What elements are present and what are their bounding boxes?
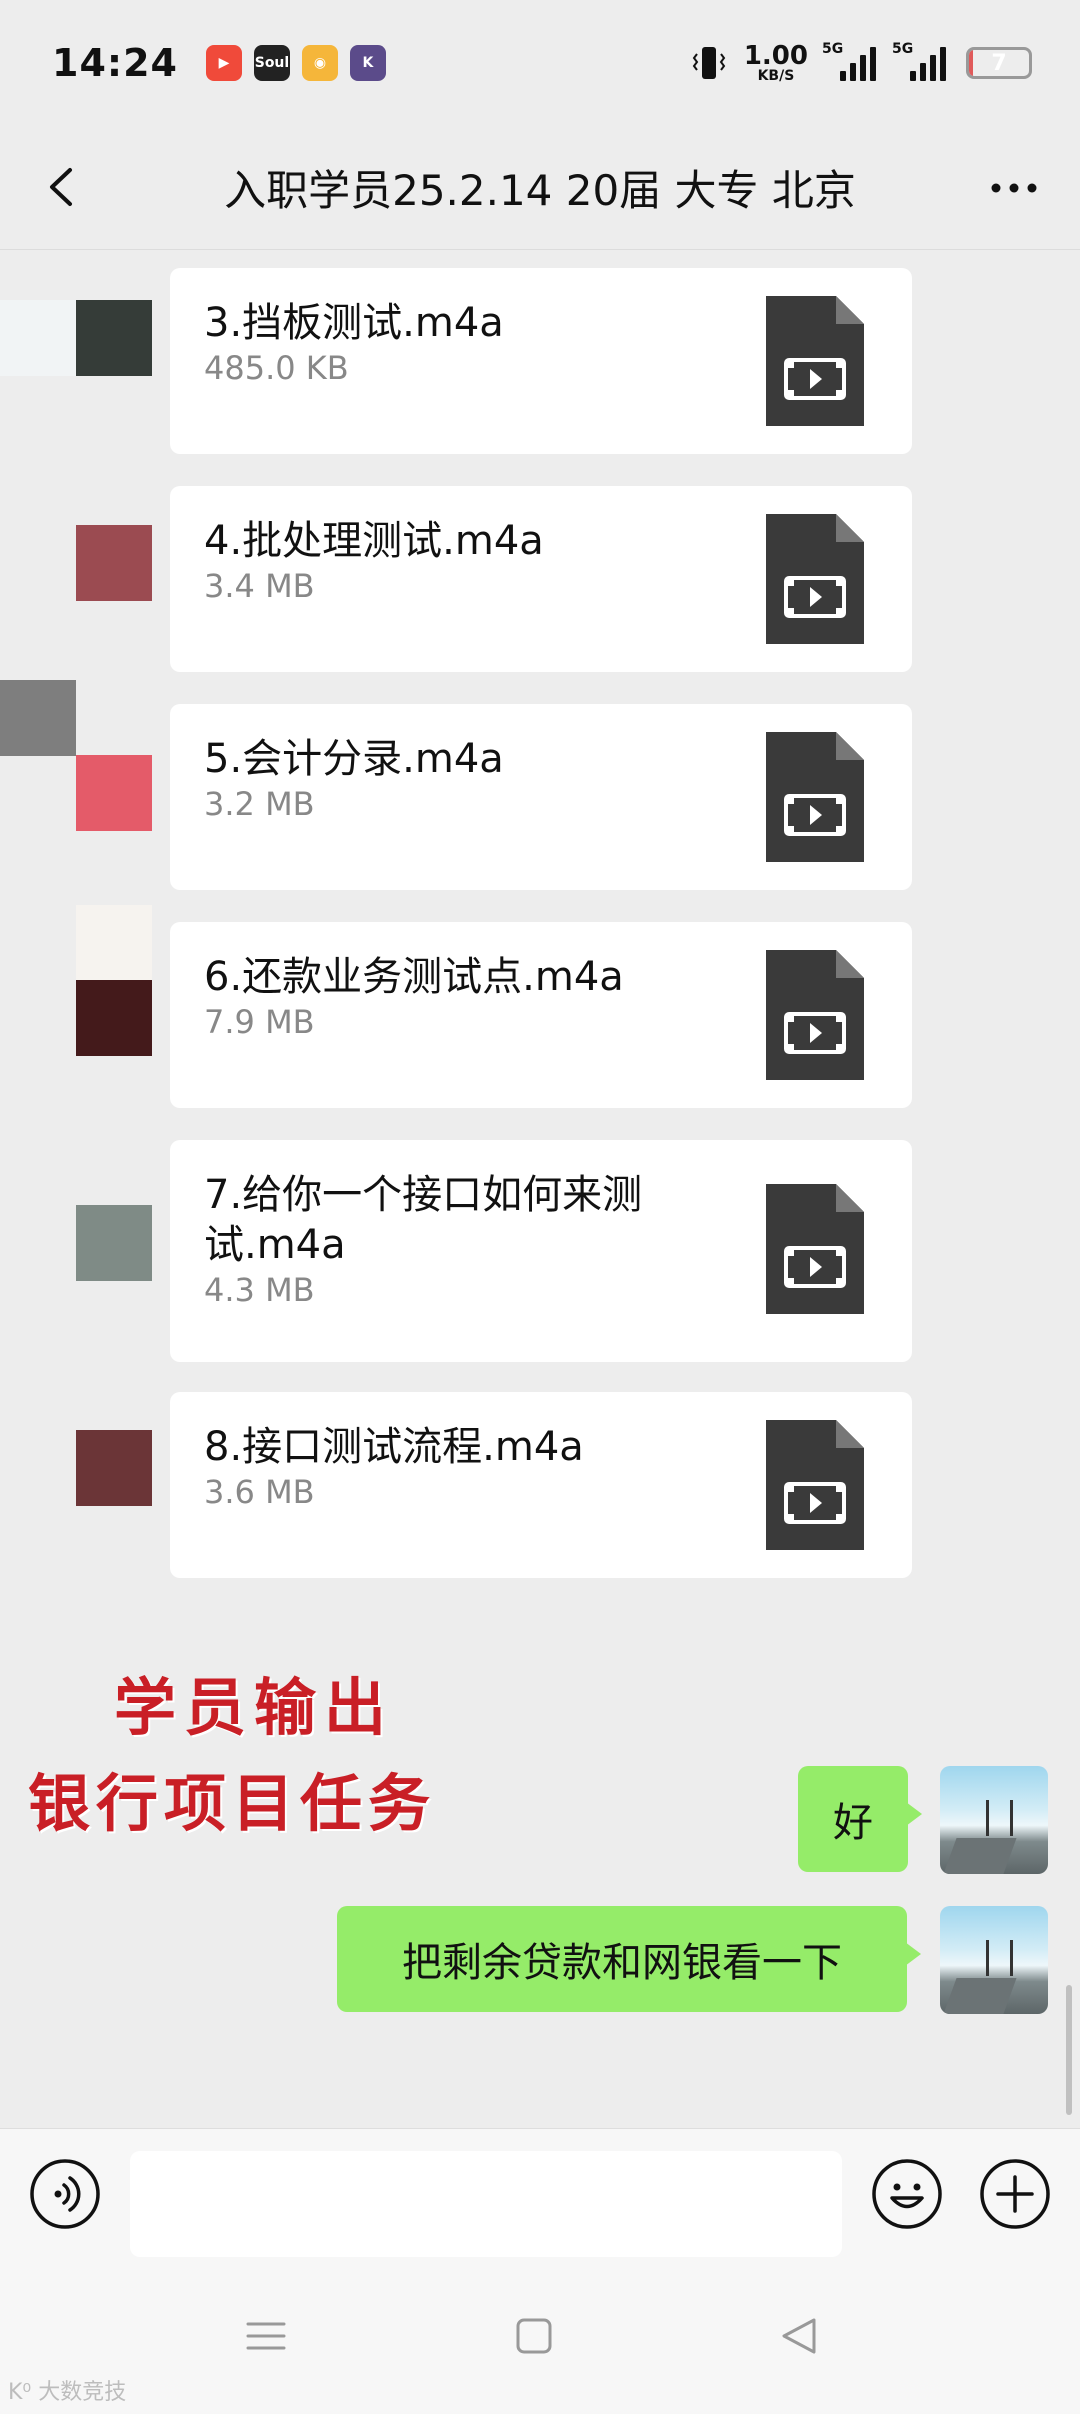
- corner-watermark: K⁰ 大数竞技: [8, 2380, 127, 2405]
- file-name: 6.还款业务测试点.m4a 7.9 MB: [204, 952, 724, 1042]
- k-app-icon: K: [349, 45, 386, 81]
- file-name-text: 3.挡板测试.m4a: [204, 300, 504, 346]
- status-left: 14:24 ▶ Soul ◉ K: [52, 41, 386, 85]
- file-name-text: 4.批处理测试.m4a: [204, 518, 544, 564]
- file-size: 3.6 MB: [204, 1473, 315, 1511]
- battery-level: 7: [991, 50, 1007, 76]
- file-size: 3.2 MB: [204, 785, 315, 823]
- signal-icon-1: 5G: [822, 41, 878, 81]
- file-message[interactable]: 8.接口测试流程.m4a 3.6 MB: [170, 1392, 912, 1578]
- chat-title: 入职学员25.2.14 20届 大专 北京: [224, 166, 856, 215]
- video-file-icon: [766, 1420, 864, 1550]
- blurred-avatars: [0, 250, 152, 1580]
- video-app-icon: ▶: [205, 45, 242, 81]
- scrollbar[interactable]: [1066, 1985, 1072, 2115]
- file-name: 4.批处理测试.m4a 3.4 MB: [204, 516, 724, 606]
- watermark-line-1: 学员输出: [114, 1671, 395, 1744]
- home-icon[interactable]: [510, 2312, 558, 2360]
- avatar[interactable]: [940, 1906, 1048, 2014]
- weibo-icon: ◉: [301, 45, 338, 81]
- file-name-text: 7.给你一个接口如何来测试.m4a: [204, 1172, 643, 1268]
- message-input[interactable]: [130, 2151, 842, 2257]
- message-bubble[interactable]: 好: [798, 1766, 922, 1872]
- video-file-icon: [766, 1184, 864, 1314]
- video-file-icon: [766, 514, 864, 644]
- network-speed-value: 1.00: [743, 41, 808, 71]
- back-nav-icon[interactable]: [776, 2312, 824, 2360]
- file-name-text: 5.会计分录.m4a: [204, 736, 504, 782]
- message-text: 把剩余贷款和网银看一下: [402, 1940, 842, 1986]
- file-size: 3.4 MB: [204, 567, 315, 605]
- more-options-button[interactable]: [986, 166, 1042, 210]
- battery-icon: 7: [966, 47, 1032, 79]
- video-file-icon: [766, 296, 864, 426]
- network-speed: 1.00 KB/S: [744, 43, 808, 83]
- menu-icon[interactable]: [242, 2312, 290, 2360]
- video-file-icon: [766, 950, 864, 1080]
- message-text: 好: [833, 1800, 873, 1846]
- chat-header: 入职学员25.2.14 20届 大专 北京: [0, 126, 1080, 250]
- file-name: 8.接口测试流程.m4a 3.6 MB: [204, 1422, 724, 1512]
- more-functions-button[interactable]: [978, 2157, 1052, 2231]
- network-speed-unit: KB/S: [757, 68, 795, 84]
- signal-label-1: 5G: [822, 41, 844, 57]
- video-file-icon: [766, 732, 864, 862]
- voice-input-button[interactable]: [28, 2157, 102, 2231]
- watermark-line-2: 银行项目任务: [28, 1767, 437, 1840]
- signal-label-2: 5G: [892, 41, 914, 57]
- file-name: 7.给你一个接口如何来测试.m4a 4.3 MB: [204, 1170, 704, 1310]
- file-size: 4.3 MB: [204, 1271, 315, 1309]
- file-message[interactable]: 5.会计分录.m4a 3.2 MB: [170, 704, 912, 890]
- battery-fill: [969, 50, 974, 76]
- emoji-button[interactable]: [870, 2157, 944, 2231]
- status-bar: 14:24 ▶ Soul ◉ K 1.00 KB/S 5G 5G 7: [0, 0, 1080, 126]
- signal-icon-2: 5G: [892, 41, 948, 81]
- status-right: 1.00 KB/S 5G 5G 7: [692, 41, 1032, 83]
- file-name: 3.挡板测试.m4a 485.0 KB: [204, 298, 724, 388]
- system-nav-bar: [0, 2268, 1080, 2414]
- back-button[interactable]: [38, 162, 88, 212]
- file-message[interactable]: 3.挡板测试.m4a 485.0 KB: [170, 268, 912, 454]
- avatar[interactable]: [940, 1766, 1048, 1874]
- file-message[interactable]: 7.给你一个接口如何来测试.m4a 4.3 MB: [170, 1140, 912, 1362]
- watermark-overlay: 学员输出 银行项目任务: [28, 1660, 436, 1852]
- clock: 14:24: [52, 41, 178, 85]
- file-size: 7.9 MB: [204, 1003, 315, 1041]
- soul-app-icon: Soul: [253, 45, 290, 81]
- vibrate-icon: [692, 47, 726, 79]
- file-name: 5.会计分录.m4a 3.2 MB: [204, 734, 724, 824]
- message-bubble[interactable]: 把剩余贷款和网银看一下: [337, 1906, 921, 2012]
- file-message[interactable]: 6.还款业务测试点.m4a 7.9 MB: [170, 922, 912, 1108]
- input-bar: [0, 2128, 1080, 2268]
- file-name-text: 6.还款业务测试点.m4a: [204, 954, 624, 1000]
- file-size: 485.0 KB: [204, 349, 349, 387]
- file-message[interactable]: 4.批处理测试.m4a 3.4 MB: [170, 486, 912, 672]
- file-name-text: 8.接口测试流程.m4a: [204, 1424, 584, 1470]
